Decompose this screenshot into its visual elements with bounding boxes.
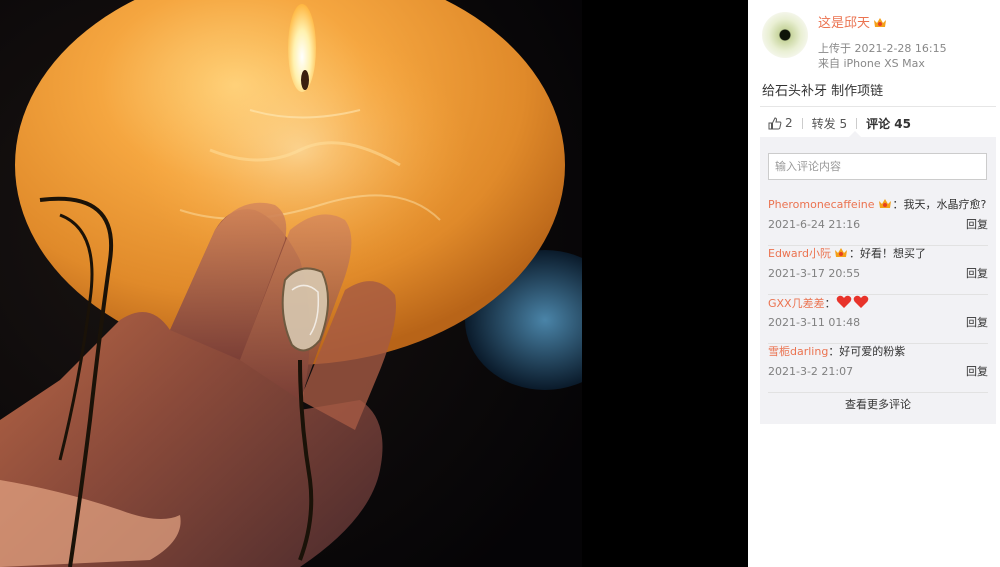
comment-item: Pheromonecaffeine ：我天，水晶疗愈? 2021-6-24 21:… bbox=[768, 197, 988, 246]
member-badge-icon bbox=[834, 248, 847, 257]
comment-text: ：我天，水晶疗愈? bbox=[892, 198, 987, 211]
comment-body: Edward小阮 ：好看！想买了 bbox=[768, 246, 926, 262]
comment-text: ： bbox=[824, 297, 836, 310]
comment-username[interactable]: GXX几差差 bbox=[768, 297, 825, 310]
divider bbox=[856, 117, 858, 129]
photo-viewer bbox=[0, 0, 748, 567]
view-more-comments-button[interactable]: 查看更多评论 bbox=[760, 387, 996, 423]
author-name-text[interactable]: 这是邱天 bbox=[818, 16, 870, 31]
comment-item: Edward小阮 ：好看！想买了 2021-3-17 20:55 回复 bbox=[768, 246, 988, 295]
comment-body: 雪栀darling：好可爱的粉紫 bbox=[768, 344, 905, 360]
divider bbox=[760, 106, 996, 107]
comment-body: Pheromonecaffeine ：我天，水晶疗愈? bbox=[768, 197, 986, 213]
comment-time: 2021-3-2 21:07 bbox=[768, 365, 854, 378]
comment-tab[interactable]: 评论 45 bbox=[847, 115, 911, 132]
comment-text: ：好可爱的粉紫 bbox=[828, 345, 906, 358]
thumbs-up-icon bbox=[768, 116, 782, 129]
comment-input[interactable] bbox=[768, 153, 987, 180]
comment-time: 2021-3-17 20:55 bbox=[768, 267, 861, 280]
heart-emoji-icon bbox=[836, 295, 868, 308]
comment-label: 评论 45 bbox=[866, 116, 911, 131]
repost-label: 转发 5 bbox=[811, 116, 848, 131]
comment-username[interactable]: Pheromonecaffeine bbox=[768, 198, 875, 211]
comment-time: 2021-3-11 01:48 bbox=[768, 316, 861, 329]
member-badge-icon bbox=[874, 18, 887, 27]
comment-text: ：好看！想买了 bbox=[848, 247, 926, 260]
comment-username[interactable]: 雪栀darling bbox=[768, 345, 828, 358]
reply-button[interactable]: 回复 bbox=[966, 218, 988, 232]
action-bar: 2 转发 5 评论 45 bbox=[768, 113, 911, 133]
comment-time: 2021-6-24 21:16 bbox=[768, 218, 861, 231]
comment-item: 雪栀darling：好可爱的粉紫 2021-3-2 21:07 回复 bbox=[768, 344, 988, 393]
post-detail-panel: 这是邱天 上传于 2021-2-28 16:15 来自 iPhone XS Ma… bbox=[748, 0, 1000, 567]
comments-section: Pheromonecaffeine ：我天，水晶疗愈? 2021-6-24 21:… bbox=[760, 137, 996, 424]
comment-body: GXX几差差： bbox=[768, 295, 870, 312]
like-button[interactable]: 2 bbox=[768, 116, 793, 130]
like-count: 2 bbox=[785, 116, 793, 130]
repost-button[interactable]: 转发 5 bbox=[793, 115, 847, 132]
upload-time: 上传于 2021-2-28 16:15 bbox=[818, 42, 947, 55]
reply-button[interactable]: 回复 bbox=[966, 267, 988, 281]
avatar[interactable] bbox=[762, 12, 808, 58]
reply-button[interactable]: 回复 bbox=[966, 316, 988, 330]
comment-username[interactable]: Edward小阮 bbox=[768, 247, 831, 260]
post-photo[interactable] bbox=[0, 0, 582, 567]
member-badge-icon bbox=[878, 199, 891, 208]
author-name[interactable]: 这是邱天 bbox=[818, 16, 888, 32]
post-caption: 给石头补牙 制作项链 bbox=[762, 84, 884, 99]
divider bbox=[801, 117, 803, 129]
device-source: 来自 iPhone XS Max bbox=[818, 57, 925, 70]
reply-button[interactable]: 回复 bbox=[966, 365, 988, 379]
comment-item: GXX几差差： 2021-3-11 01:48 回复 bbox=[768, 295, 988, 344]
author-block: 这是邱天 上传于 2021-2-28 16:15 来自 iPhone XS Ma… bbox=[762, 10, 996, 75]
